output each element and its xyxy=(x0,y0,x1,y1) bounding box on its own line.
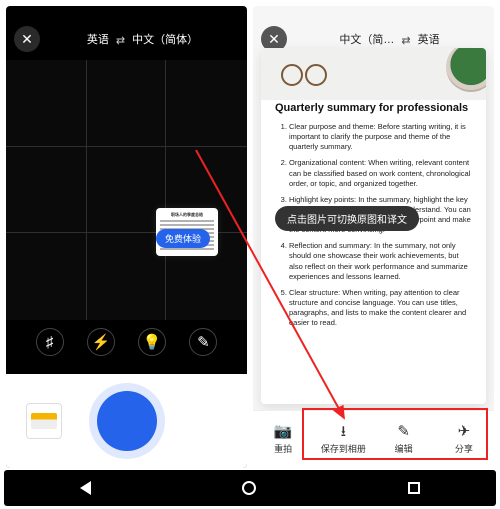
shutter-button[interactable] xyxy=(97,391,157,451)
gallery-thumbnail[interactable] xyxy=(26,403,62,439)
list-item: Organizational content: When writing, re… xyxy=(289,158,472,188)
nav-back-icon[interactable] xyxy=(80,481,91,495)
lamp-icon[interactable]: 💡 xyxy=(138,328,166,356)
edit-button[interactable]: ✎编辑 xyxy=(374,411,434,468)
send-icon: ✈ xyxy=(458,424,471,439)
tile-title: 职场人的季度总结 xyxy=(160,212,214,218)
close-icon[interactable]: ✕ xyxy=(14,26,40,52)
grid-toggle-icon[interactable]: ♯ xyxy=(36,328,64,356)
status-bar xyxy=(253,6,494,22)
language-pair[interactable]: 中文（简… ⇄ 英语 xyxy=(293,31,486,47)
android-nav-bar xyxy=(4,470,496,506)
free-trial-badge[interactable]: 免费体验 xyxy=(156,229,210,248)
status-bar xyxy=(6,6,247,22)
doc-hero-strip xyxy=(261,48,486,100)
lang-from: 英语 xyxy=(87,34,109,46)
pencil-icon: ✎ xyxy=(397,424,410,439)
camera-translate-screen: ✕ 英语 ⇄ 中文（简体） 职场人的季度总结 免费体验 ♯ ⚡ � xyxy=(6,6,247,468)
lang-to: 英语 xyxy=(418,34,440,46)
doc-title: Quarterly summary for professionals xyxy=(275,102,472,114)
nav-recent-icon[interactable] xyxy=(408,482,420,494)
retake-button[interactable]: 📷重拍 xyxy=(253,411,313,468)
list-item: Reflection and summary: In the summary, … xyxy=(289,241,472,282)
sample-document-tile[interactable]: 职场人的季度总结 免费体验 xyxy=(156,208,218,256)
language-pair[interactable]: 英语 ⇄ 中文（简体） xyxy=(46,31,239,47)
camera-viewport: 职场人的季度总结 免费体验 xyxy=(6,60,247,320)
save-button[interactable]: ⭳保存到相册 xyxy=(313,411,373,468)
list-item: Clear purpose and theme: Before starting… xyxy=(289,122,472,152)
nav-home-icon[interactable] xyxy=(242,481,256,495)
glasses-icon xyxy=(281,64,327,82)
result-actions: 📷重拍 ⭳保存到相册 ✎编辑 ✈分享 xyxy=(253,410,494,468)
plant-icon xyxy=(446,48,486,92)
lang-from: 中文（简… xyxy=(339,34,394,46)
hint-toast: 点击图片可切换原图和译文 xyxy=(275,206,419,231)
swap-icon[interactable]: ⇄ xyxy=(116,34,125,47)
mode-icon[interactable]: ✎ xyxy=(189,328,217,356)
list-item: Clear structure: When writing, pay atten… xyxy=(289,288,472,329)
translate-result-screen: ✕ 中文（简… ⇄ 英语 Quarterly summary for profe… xyxy=(253,6,494,468)
swap-icon[interactable]: ⇄ xyxy=(401,34,410,47)
camera-tools: ♯ ⚡ 💡 ✎ xyxy=(6,328,247,356)
camera-icon: 📷 xyxy=(274,424,293,439)
lang-to: 中文（简体） xyxy=(132,34,198,46)
download-icon: ⭳ xyxy=(341,424,346,439)
flash-icon[interactable]: ⚡ xyxy=(87,328,115,356)
left-header: ✕ 英语 ⇄ 中文（简体） xyxy=(6,22,247,56)
camera-bottom-bar xyxy=(6,374,247,468)
share-button[interactable]: ✈分享 xyxy=(434,411,494,468)
